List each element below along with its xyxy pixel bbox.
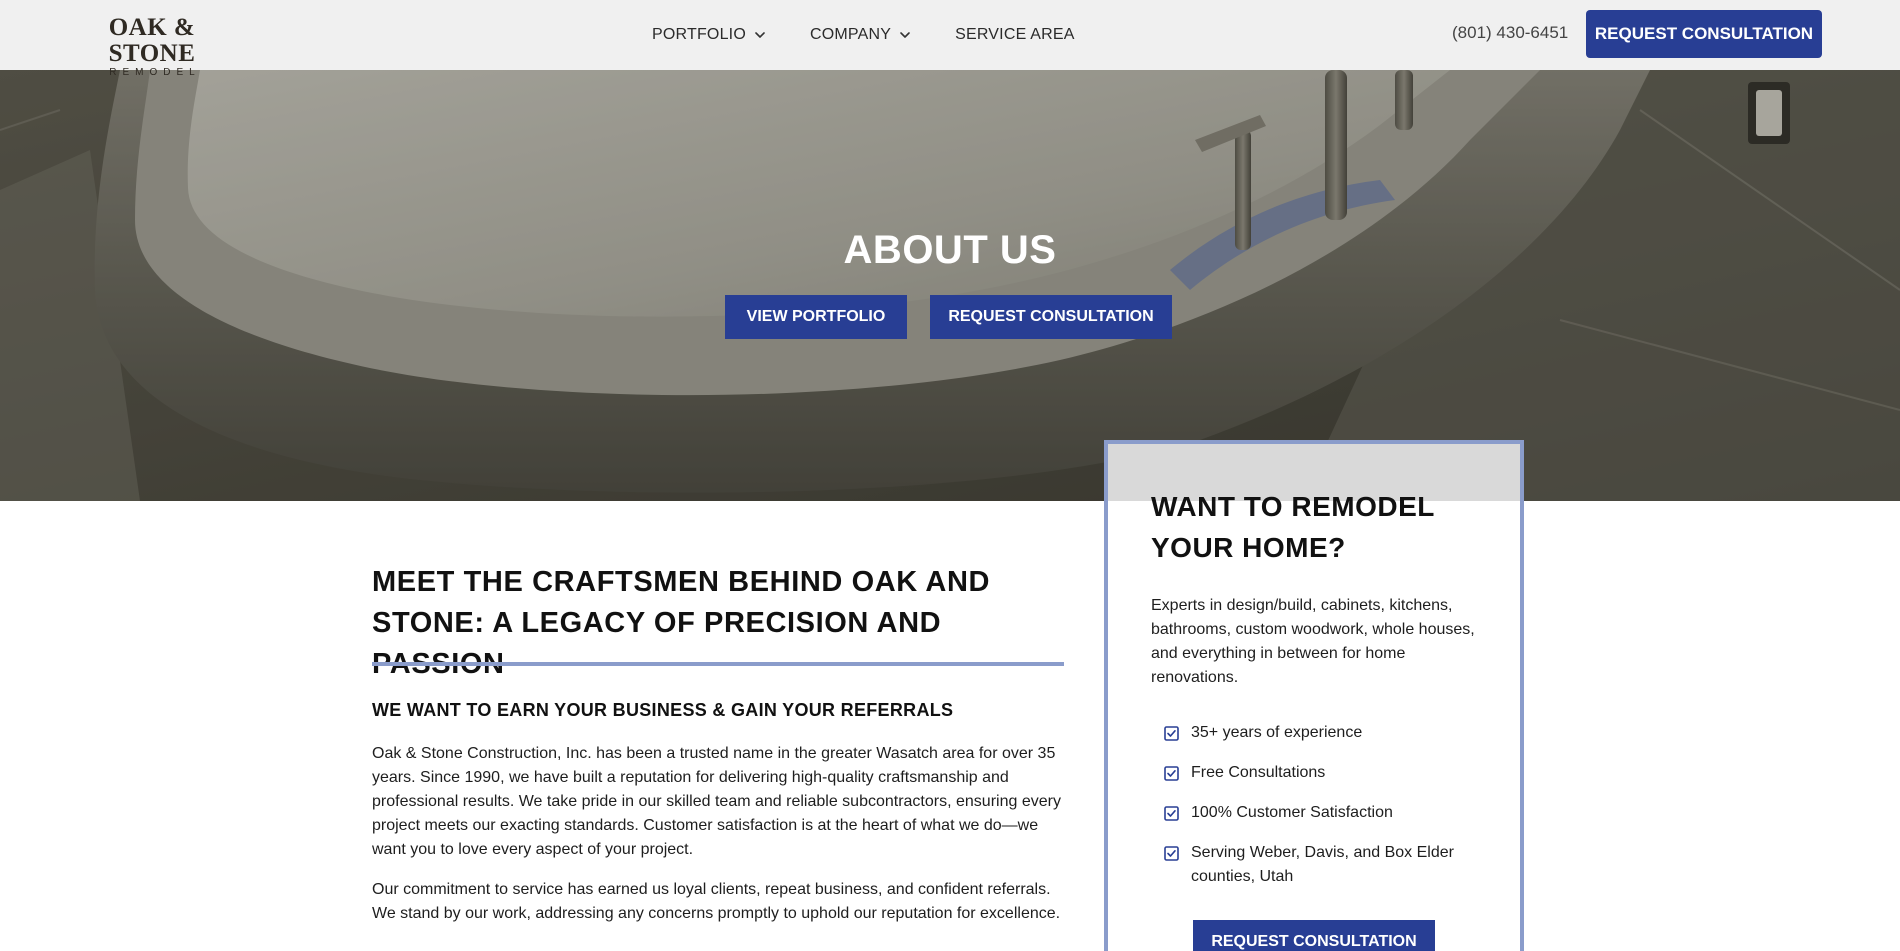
about-paragraph: Oak & Stone Construction, Inc. has been …	[372, 745, 1061, 858]
checkbox-checked-icon	[1164, 726, 1179, 741]
card-request-consultation-button[interactable]: REQUEST CONSULTATION	[1193, 920, 1435, 951]
card-title: WANT TO REMODEL YOUR HOME?	[1151, 491, 1435, 563]
nav-item-portfolio[interactable]: PORTFOLIO	[652, 26, 766, 44]
site-header: OAK & STONE REMODEL PORTFOLIO COMPANY SE…	[0, 0, 1900, 79]
list-item-text: 35+ years of experience	[1191, 724, 1363, 741]
heading-divider	[372, 662, 1064, 666]
nav-item-label: PORTFOLIO	[652, 26, 746, 43]
section-subheading: WE WANT TO EARN YOUR BUSINESS & GAIN YOU…	[372, 700, 954, 720]
request-consultation-button[interactable]: REQUEST CONSULTATION	[1586, 10, 1822, 58]
list-item: Free Consultations	[1164, 761, 1484, 785]
chevron-down-icon	[755, 32, 765, 38]
section-heading: MEET THE CRAFTSMEN BEHIND OAK AND STONE:…	[372, 566, 991, 680]
brand-logo[interactable]: OAK & STONE REMODEL	[74, 15, 230, 79]
brand-name: OAK & STONE	[108, 14, 196, 67]
remodel-cta-card: WANT TO REMODEL YOUR HOME? Experts in de…	[1104, 440, 1524, 951]
nav-item-label: SERVICE AREA	[955, 26, 1075, 43]
card-description: Experts in design/build, cabinets, kitch…	[1151, 597, 1475, 686]
list-item-text: Free Consultations	[1191, 764, 1326, 781]
list-item-text: 100% Customer Satisfaction	[1191, 804, 1393, 821]
checkbox-checked-icon	[1164, 806, 1179, 821]
list-item: Serving Weber, Davis, and Box Elder coun…	[1164, 841, 1484, 889]
hero-banner: ABOUT US VIEW PORTFOLIO REQUEST CONSULTA…	[0, 70, 1900, 501]
benefits-list: 35+ years of experience Free Consultatio…	[1164, 721, 1484, 905]
about-paragraph: Our commitment to service has earned us …	[372, 881, 1061, 922]
list-item: 35+ years of experience	[1164, 721, 1484, 745]
hero-request-consultation-button[interactable]: REQUEST CONSULTATION	[930, 295, 1172, 339]
nav-item-company[interactable]: COMPANY	[810, 26, 911, 44]
brand-tagline: REMODEL	[109, 67, 201, 78]
main-nav: PORTFOLIO COMPANY SERVICE AREA	[652, 0, 1119, 70]
list-item-text: Serving Weber, Davis, and Box Elder coun…	[1191, 844, 1454, 885]
hero-overlay	[0, 70, 1900, 501]
view-portfolio-button[interactable]: VIEW PORTFOLIO	[725, 295, 907, 339]
page-title: ABOUT US	[843, 228, 1057, 272]
nav-item-label: COMPANY	[809, 26, 892, 43]
phone-link[interactable]: (801) 430-6451	[1452, 23, 1568, 43]
checkbox-checked-icon	[1164, 846, 1179, 861]
list-item: 100% Customer Satisfaction	[1164, 801, 1484, 825]
chevron-down-icon	[900, 32, 910, 38]
nav-item-service-area[interactable]: SERVICE AREA	[955, 26, 1075, 44]
checkbox-checked-icon	[1164, 766, 1179, 781]
